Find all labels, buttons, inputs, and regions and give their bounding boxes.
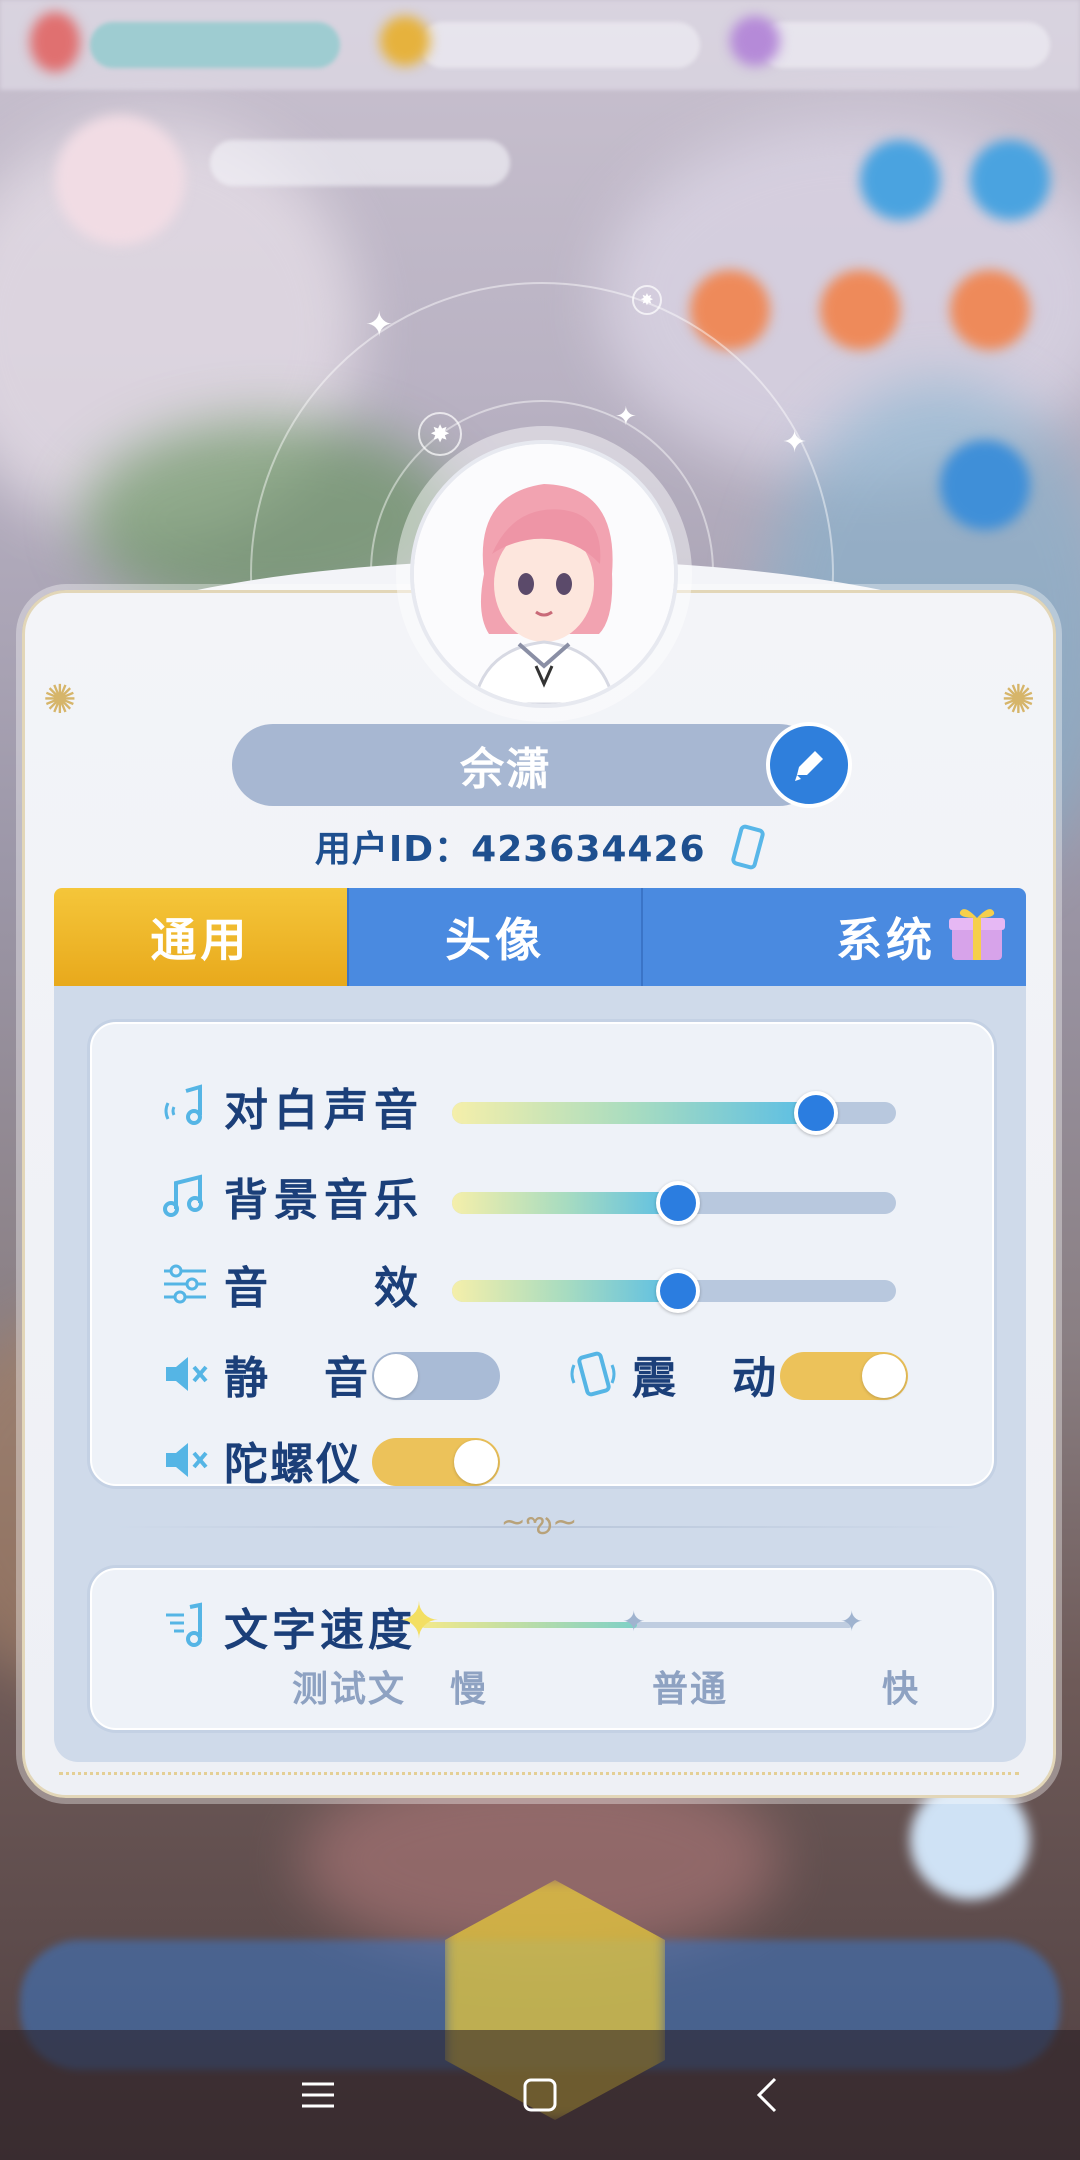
text-speed-fill <box>422 1622 637 1628</box>
tab-general-label: 通用 <box>150 913 251 967</box>
user-id-value: 423634426 <box>471 829 706 870</box>
voice-note-icon <box>160 1081 210 1131</box>
text-speed-row: 文字速度 <box>160 1594 416 1658</box>
speed-star-normal[interactable]: ✦ <box>622 1608 645 1636</box>
star-ornament-icon: ✸ <box>632 285 662 315</box>
tab-general[interactable]: 通用 <box>54 888 347 986</box>
recent-apps-button[interactable] <box>283 2060 353 2130</box>
speed-option-normal[interactable]: 普通 <box>652 1660 728 1712</box>
gyroscope-label: 陀螺仪 <box>224 1439 362 1490</box>
tab-avatar[interactable]: 头像 <box>346 888 642 986</box>
avatar[interactable] <box>410 440 678 708</box>
mute-label: 静 音 <box>224 1353 374 1404</box>
home-icon <box>523 2078 557 2112</box>
mute-row: 静 音 <box>160 1342 374 1406</box>
speed-star-slow[interactable]: ✦ <box>398 1596 440 1646</box>
corner-ornament-icon: ✺ <box>43 677 77 723</box>
speed-star-fast[interactable]: ✦ <box>840 1608 863 1636</box>
text-speed-slider[interactable]: ✦ ✦ ✦ <box>398 1596 863 1646</box>
divider-ornament-icon: ~ఌ~ <box>500 1505 578 1540</box>
edit-name-button[interactable] <box>766 722 852 808</box>
phone-copy-icon <box>731 824 765 869</box>
text-speed-preview: 测试文 <box>292 1669 407 1710</box>
tab-system[interactable]: 系统 <box>641 888 1027 986</box>
vibration-label: 震 动 <box>632 1353 782 1404</box>
slider-fill <box>452 1192 679 1214</box>
settings-tabs: 通用 头像 系统 <box>54 888 1027 986</box>
dialogue-volume-slider[interactable] <box>452 1091 896 1135</box>
sfx-volume-slider[interactable] <box>452 1269 896 1313</box>
slider-knob[interactable] <box>656 1269 701 1313</box>
toggle-knob <box>454 1440 498 1484</box>
menu-icon <box>302 2082 334 2108</box>
copy-id-button[interactable] <box>731 824 765 879</box>
toggle-knob <box>374 1354 418 1398</box>
tab-avatar-label: 头像 <box>445 913 545 967</box>
speed-option-fast[interactable]: 快 <box>882 1660 920 1712</box>
sparkle-icon: ✦ <box>615 402 637 432</box>
settings-body: 对白声音 背景音乐 音 效 静 音 震 动 陀螺仪 ~ఌ~ 文字速度 ✦ ✦ ✦… <box>54 986 1026 1762</box>
home-button[interactable] <box>505 2060 575 2130</box>
equalizer-icon <box>160 1259 210 1309</box>
speaker-muted-icon <box>160 1349 210 1399</box>
toggle-knob <box>862 1354 906 1398</box>
text-speed-card: 文字速度 ✦ ✦ ✦ 测试文 慢 普通 快 <box>90 1568 994 1730</box>
back-icon <box>756 2077 777 2113</box>
sfx-volume-row: 音 效 <box>160 1252 424 1316</box>
bgm-volume-label: 背景音乐 <box>224 1175 424 1226</box>
text-speed-icon <box>160 1601 210 1651</box>
text-speed-label: 文字速度 <box>224 1605 416 1656</box>
nickname-bar: 佘潇 <box>232 724 820 806</box>
dialogue-volume-row: 对白声音 <box>160 1074 424 1138</box>
bgm-volume-row: 背景音乐 <box>160 1164 424 1228</box>
vibration-toggle[interactable] <box>780 1352 908 1400</box>
slider-fill <box>452 1280 679 1302</box>
dialogue-volume-label: 对白声音 <box>224 1085 424 1136</box>
user-id-label: 用户ID： <box>314 829 472 870</box>
sparkle-icon: ✦ <box>365 305 394 345</box>
bgm-volume-slider[interactable] <box>452 1181 896 1225</box>
speaker-muted-icon <box>160 1435 210 1485</box>
system-nav-bar <box>0 2030 1080 2160</box>
sparkle-icon: ✦ <box>782 425 808 460</box>
sfx-volume-label: 音 效 <box>224 1263 424 1314</box>
music-note-icon <box>160 1171 210 1221</box>
corner-ornament-icon: ✺ <box>1001 677 1035 723</box>
mute-toggle[interactable] <box>372 1352 500 1400</box>
pencil-icon <box>795 751 823 781</box>
audio-settings-card: 对白声音 背景音乐 音 效 静 音 震 动 陀螺仪 <box>90 1022 994 1490</box>
speed-option-slow[interactable]: 慢 <box>450 1660 488 1712</box>
star-ornament-icon: ✸ <box>418 412 462 456</box>
user-id-row: 用户ID：423634426 <box>0 820 1080 879</box>
slider-fill <box>452 1102 817 1124</box>
vibration-row: 震 动 <box>568 1342 782 1406</box>
nickname: 佘潇 <box>460 744 552 795</box>
tab-system-label: 系统 <box>836 913 937 967</box>
slider-knob[interactable] <box>656 1181 701 1225</box>
gyroscope-row: 陀螺仪 <box>160 1428 362 1492</box>
vibrate-icon <box>568 1349 618 1399</box>
back-button[interactable] <box>732 2060 802 2130</box>
slider-knob[interactable] <box>794 1091 839 1135</box>
gift-icon <box>949 909 1006 960</box>
gyroscope-toggle[interactable] <box>372 1438 500 1486</box>
panel-dotted-border <box>59 1772 1019 1775</box>
